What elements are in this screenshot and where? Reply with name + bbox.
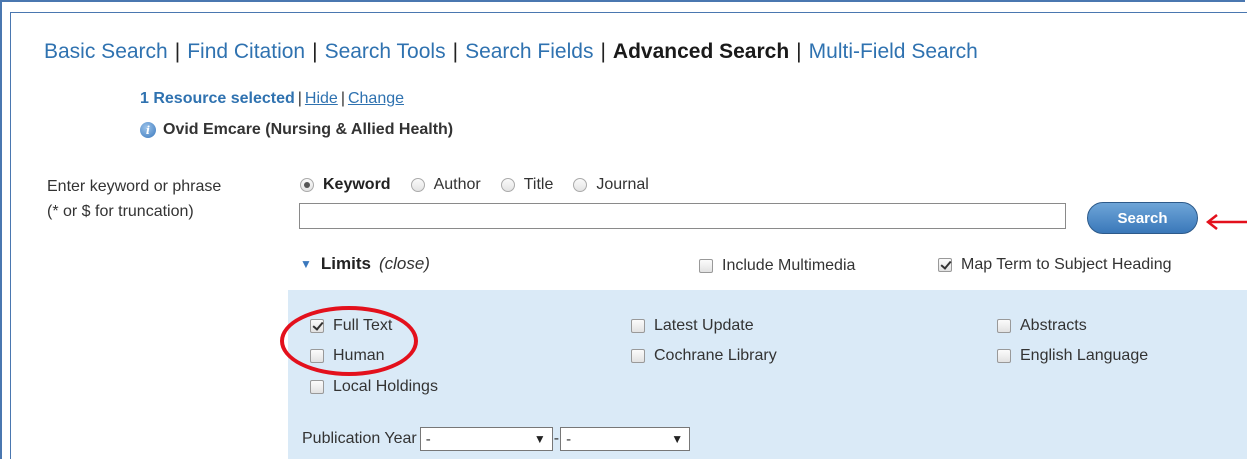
- limit-english-language-box[interactable]: [997, 349, 1011, 363]
- radio-title-button[interactable]: [500, 178, 515, 192]
- publication-year-to-select[interactable]: - ▼: [560, 427, 691, 451]
- tab-separator: |: [312, 40, 318, 63]
- include-multimedia-checkbox[interactable]: Include Multimedia: [699, 257, 855, 275]
- database-name: Ovid Emcare (Nursing & Allied Health): [163, 121, 454, 138]
- search-button[interactable]: Search: [1087, 202, 1198, 234]
- frame-left-border: [10, 12, 11, 459]
- limit-english-language[interactable]: English Language: [997, 347, 1148, 365]
- limit-abstracts-box[interactable]: [997, 319, 1011, 333]
- radio-author[interactable]: Author: [410, 176, 481, 194]
- tab-separator: |: [796, 40, 802, 63]
- chevron-down-icon: ▼: [533, 432, 546, 446]
- limits-header: ▼ Limits (close): [300, 254, 430, 274]
- hide-link[interactable]: Hide: [305, 90, 338, 107]
- map-term-box[interactable]: [938, 258, 952, 272]
- radio-journal-button[interactable]: [573, 178, 588, 192]
- radio-journal[interactable]: Journal: [573, 176, 649, 194]
- radio-author-button[interactable]: [410, 178, 425, 192]
- limit-cochrane-library-label: Cochrane Library: [654, 347, 777, 364]
- publication-year-from-select[interactable]: - ▼: [419, 427, 553, 451]
- search-type-tabs: Basic Search | Find Citation | Search Tools |…: [44, 40, 978, 64]
- frame-top-border: [10, 12, 1247, 13]
- limit-full-text-label: Full Text: [333, 317, 393, 334]
- tab-find-citation[interactable]: Find Citation: [187, 40, 305, 63]
- tab-separator: |: [600, 40, 606, 63]
- publication-year-range-separator: -: [553, 430, 560, 447]
- tab-search-tools[interactable]: Search Tools: [325, 40, 446, 63]
- limit-full-text[interactable]: Full Text: [310, 317, 392, 335]
- resource-separator: |: [340, 90, 345, 107]
- radio-keyword-button[interactable]: [300, 178, 314, 192]
- limit-local-holdings-label: Local Holdings: [333, 378, 438, 395]
- radio-keyword[interactable]: Keyword: [300, 176, 391, 194]
- limit-cochrane-library[interactable]: Cochrane Library: [631, 347, 777, 365]
- search-prompt-line1: Enter keyword or phrase: [47, 178, 222, 195]
- change-link[interactable]: Change: [348, 90, 404, 107]
- limit-human-box[interactable]: [310, 349, 324, 363]
- map-term-label: Map Term to Subject Heading: [961, 256, 1172, 273]
- resource-selected-count: 1 Resource selected: [140, 90, 295, 107]
- include-multimedia-box[interactable]: [699, 259, 713, 273]
- limit-abstracts-label: Abstracts: [1020, 317, 1087, 334]
- limit-cochrane-library-box[interactable]: [631, 349, 645, 363]
- tab-advanced-search[interactable]: Advanced Search: [613, 40, 789, 63]
- radio-journal-label: Journal: [596, 176, 649, 193]
- limit-latest-update-box[interactable]: [631, 319, 645, 333]
- tab-separator: |: [452, 40, 459, 63]
- publication-year-label: Publication Year: [302, 430, 417, 447]
- limits-label[interactable]: Limits: [321, 254, 371, 274]
- search-prompt-line2: (* or $ for truncation): [47, 203, 194, 220]
- search-prompt: Enter keyword or phrase (* or $ for trun…: [47, 174, 221, 224]
- info-icon[interactable]: i: [140, 122, 156, 138]
- radio-author-label: Author: [433, 176, 481, 193]
- limit-local-holdings[interactable]: Local Holdings: [310, 378, 438, 396]
- limit-human-label: Human: [333, 347, 385, 364]
- limit-local-holdings-box[interactable]: [310, 380, 324, 394]
- annotation-arrow-icon: [1205, 214, 1247, 230]
- search-mode-radios: Keyword Author Title Journal: [300, 176, 669, 194]
- limit-english-language-label: English Language: [1020, 347, 1149, 364]
- publication-year-row: Publication Year - ▼ - - ▼: [302, 427, 691, 451]
- limits-expand-icon[interactable]: ▼: [300, 257, 312, 271]
- tab-search-fields[interactable]: Search Fields: [465, 40, 593, 63]
- limit-latest-update-label: Latest Update: [654, 317, 754, 334]
- publication-year-from-value: -: [425, 430, 431, 448]
- radio-title[interactable]: Title: [500, 176, 554, 194]
- limit-abstracts[interactable]: Abstracts: [997, 317, 1087, 335]
- resource-selection: 1 Resource selected | Hide | Change: [140, 90, 404, 108]
- publication-year-to-value: -: [566, 430, 572, 448]
- radio-title-label: Title: [523, 176, 554, 193]
- database-info: i Ovid Emcare (Nursing & Allied Health): [140, 121, 453, 139]
- include-multimedia-label: Include Multimedia: [722, 257, 856, 274]
- chevron-down-icon: ▼: [671, 432, 684, 446]
- tab-multi-field-search[interactable]: Multi-Field Search: [809, 40, 978, 63]
- limit-latest-update[interactable]: Latest Update: [631, 317, 754, 335]
- resource-separator: |: [297, 90, 302, 107]
- limits-close-link[interactable]: (close): [379, 254, 430, 274]
- tab-separator: |: [174, 40, 181, 63]
- radio-keyword-label: Keyword: [323, 176, 391, 193]
- limit-human[interactable]: Human: [310, 347, 385, 365]
- search-input[interactable]: [299, 203, 1066, 229]
- map-term-checkbox[interactable]: Map Term to Subject Heading: [938, 256, 1171, 274]
- limit-full-text-box[interactable]: [310, 319, 324, 333]
- tab-basic-search[interactable]: Basic Search: [44, 40, 168, 63]
